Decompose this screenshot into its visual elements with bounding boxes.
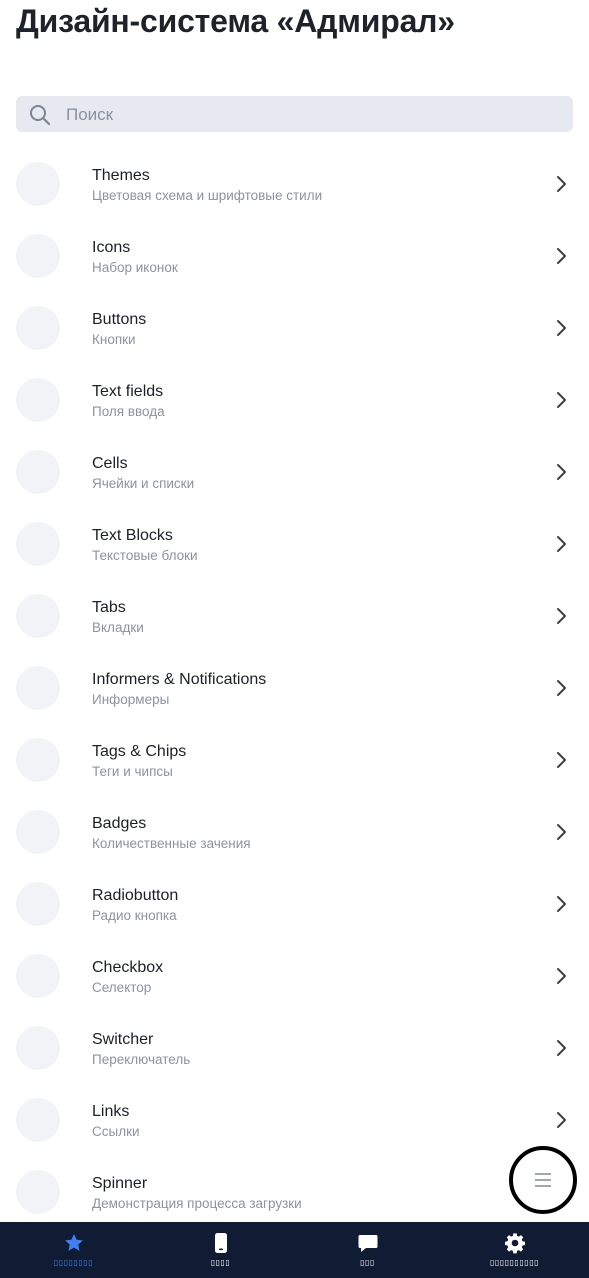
list-item-tabs[interactable]: Tabs Вкладки <box>0 580 589 652</box>
bottom-tab-bar: ▯▯▯▯▯▯▯▯ ▯▯▯▯ ▯▯▯ ▯▯▯▯▯▯▯▯▯▯ <box>0 1222 589 1278</box>
star-icon <box>65 1234 83 1251</box>
tab-device[interactable]: ▯▯▯▯ <box>147 1222 294 1278</box>
item-title: Tags & Chips <box>92 743 187 760</box>
list-item-switcher[interactable]: Switcher Переключатель <box>0 1012 589 1084</box>
item-avatar <box>16 738 60 782</box>
item-subtitle: Текстовые блоки <box>92 548 198 563</box>
item-title: Checkbox <box>92 959 164 976</box>
menu-lines-icon <box>535 1173 551 1187</box>
list-item-checkbox[interactable]: Checkbox Селектор <box>0 940 589 1012</box>
chevron-right-icon <box>557 1040 566 1056</box>
chevron-right-icon <box>557 248 566 264</box>
chevron-right-icon <box>557 320 566 336</box>
item-avatar <box>16 594 60 638</box>
item-subtitle: Информеры <box>92 692 170 707</box>
tab-settings[interactable]: ▯▯▯▯▯▯▯▯▯▯ <box>441 1222 588 1278</box>
item-avatar <box>16 234 60 278</box>
item-title: Cells <box>92 455 128 472</box>
list-item-links[interactable]: Links Ссылки <box>0 1084 589 1156</box>
item-subtitle: Теги и чипсы <box>92 764 173 779</box>
item-subtitle: Радио кнопка <box>92 908 177 923</box>
item-subtitle: Ячейки и списки <box>92 476 195 491</box>
item-avatar <box>16 882 60 926</box>
item-title: Icons <box>92 239 131 256</box>
search-icon <box>30 105 51 126</box>
list-item-text-blocks[interactable]: Text Blocks Текстовые блоки <box>0 508 589 580</box>
list-item-badges[interactable]: Badges Количественные зачения <box>0 796 589 868</box>
search-bar[interactable] <box>16 96 573 134</box>
item-subtitle: Демонстрация процесса загрузки <box>92 1196 302 1211</box>
list-item-icons[interactable]: Icons Набор иконок <box>0 220 589 292</box>
page-title: Дизайн-система «Адмирал» <box>16 3 455 39</box>
list-item-radiobutton[interactable]: Radiobutton Радио кнопка <box>0 868 589 940</box>
chevron-right-icon <box>557 464 566 480</box>
menu-fab-button[interactable] <box>509 1146 577 1214</box>
chevron-right-icon <box>557 968 566 984</box>
item-avatar <box>16 666 60 710</box>
item-avatar <box>16 810 60 854</box>
item-subtitle: Кнопки <box>92 332 136 347</box>
tab-label: ▯▯▯▯ <box>210 1258 231 1267</box>
item-avatar <box>16 1098 60 1142</box>
item-subtitle: Поля ввода <box>92 404 165 419</box>
list-item-themes[interactable]: Themes Цветовая схема и шрифтовые стили <box>0 148 589 220</box>
tab-label: ▯▯▯ <box>360 1258 375 1267</box>
item-avatar <box>16 954 60 998</box>
item-title: Switcher <box>92 1031 154 1048</box>
item-subtitle: Селектор <box>92 980 152 995</box>
item-avatar <box>16 1170 60 1214</box>
chevron-right-icon <box>557 752 566 768</box>
chevron-right-icon <box>557 176 566 192</box>
list-item-buttons[interactable]: Buttons Кнопки <box>0 292 589 364</box>
item-title: Links <box>92 1103 130 1120</box>
list-item-informers[interactable]: Informers & Notifications Информеры <box>0 652 589 724</box>
tab-label: ▯▯▯▯▯▯▯▯ <box>53 1258 94 1267</box>
item-subtitle: Ссылки <box>92 1124 140 1139</box>
search-input[interactable] <box>64 96 558 134</box>
item-title: Themes <box>92 167 150 184</box>
chevron-right-icon <box>557 896 566 912</box>
components-list: Themes Цветовая схема и шрифтовые стили … <box>0 148 589 1228</box>
chevron-right-icon <box>557 824 566 840</box>
item-subtitle: Количественные зачения <box>92 836 251 851</box>
item-subtitle: Цветовая схема и шрифтовые стили <box>92 188 323 203</box>
item-title: Buttons <box>92 311 147 328</box>
chevron-right-icon <box>557 680 566 696</box>
item-title: Spinner <box>92 1175 148 1192</box>
tab-favorites[interactable]: ▯▯▯▯▯▯▯▯ <box>0 1222 147 1278</box>
item-avatar <box>16 450 60 494</box>
item-title: Tabs <box>92 599 126 616</box>
item-title: Informers & Notifications <box>92 671 267 688</box>
item-title: Text Blocks <box>92 527 173 544</box>
item-avatar <box>16 1026 60 1070</box>
chevron-right-icon <box>557 608 566 624</box>
item-subtitle: Переключатель <box>92 1052 191 1067</box>
item-avatar <box>16 378 60 422</box>
chat-icon <box>358 1235 378 1252</box>
item-title: Badges <box>92 815 147 832</box>
gear-icon <box>505 1233 525 1254</box>
list-item-tags-chips[interactable]: Tags & Chips Теги и чипсы <box>0 724 589 796</box>
item-subtitle: Вкладки <box>92 620 144 635</box>
item-avatar <box>16 306 60 350</box>
item-subtitle: Набор иконок <box>92 260 178 275</box>
item-avatar <box>16 522 60 566</box>
tab-label: ▯▯▯▯▯▯▯▯▯▯ <box>489 1258 540 1267</box>
item-title: Text fields <box>92 383 164 400</box>
phone-icon <box>215 1233 227 1253</box>
list-item-spinner[interactable]: Spinner Демонстрация процесса загрузки <box>0 1156 589 1228</box>
item-avatar <box>16 162 60 206</box>
list-item-cells[interactable]: Cells Ячейки и списки <box>0 436 589 508</box>
item-title: Radiobutton <box>92 887 179 904</box>
tab-chat[interactable]: ▯▯▯ <box>294 1222 441 1278</box>
chevron-right-icon <box>557 392 566 408</box>
list-item-text-fields[interactable]: Text fields Поля ввода <box>0 364 589 436</box>
chevron-right-icon <box>557 1112 566 1128</box>
chevron-right-icon <box>557 536 566 552</box>
